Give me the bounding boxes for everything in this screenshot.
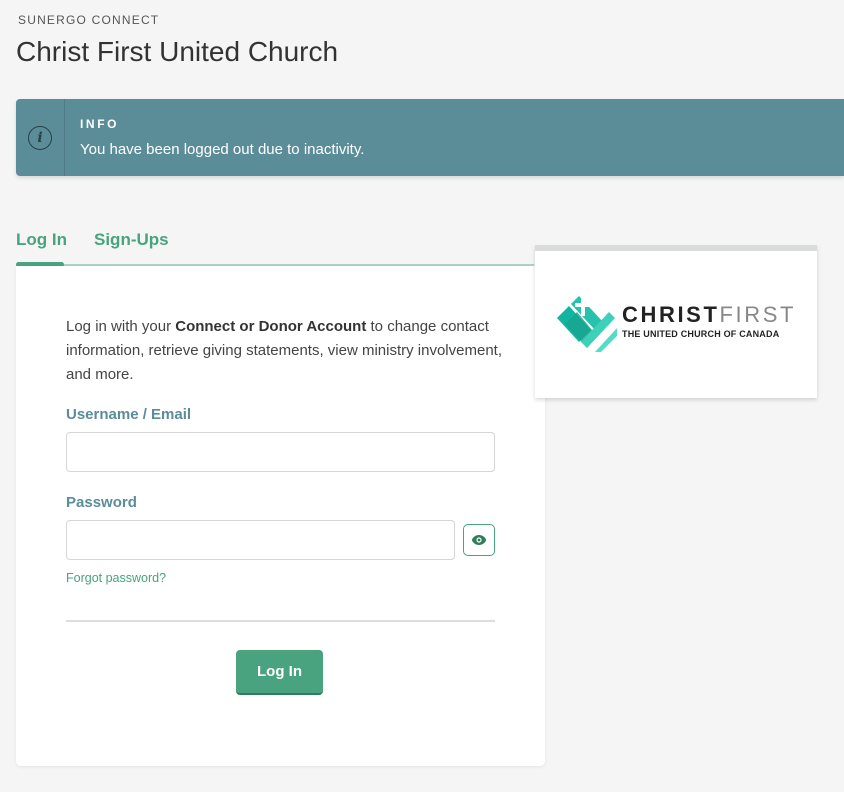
alert-body: INFO You have been logged out due to ina… [65, 99, 364, 176]
form-divider [66, 620, 495, 622]
tab-bar: Log In Sign-Ups [16, 226, 534, 267]
info-alert: i INFO You have been logged out due to i… [16, 99, 844, 176]
logo-wordmark: CHRISTFIRST [622, 304, 796, 326]
password-input[interactable] [66, 520, 455, 560]
brand-label: SUNERGO CONNECT [18, 13, 160, 27]
username-input[interactable] [66, 432, 495, 472]
logo-subtitle: THE UNITED CHURCH OF CANADA [622, 329, 780, 339]
tab-sign-ups[interactable]: Sign-Ups [94, 230, 169, 250]
church-logo-icon [557, 296, 617, 352]
logo-word-christ: CHRIST [622, 302, 720, 327]
login-intro: Log in with your Connect or Donor Accoun… [66, 315, 506, 387]
username-label: Username / Email [66, 406, 192, 423]
log-in-button[interactable]: Log In [236, 650, 323, 695]
eye-icon [471, 535, 487, 545]
logo-word-first: FIRST [719, 302, 797, 327]
forgot-password-link[interactable]: Forgot password? [66, 571, 166, 585]
password-label: Password [66, 494, 137, 511]
alert-icon-column: i [16, 99, 65, 176]
intro-text-start: Log in with your [66, 318, 176, 335]
page-title: Christ First United Church [16, 36, 339, 67]
info-icon: i [28, 125, 52, 150]
tab-log-in[interactable]: Log In [16, 230, 67, 250]
alert-title: INFO [80, 117, 120, 131]
alert-message: You have been logged out due to inactivi… [80, 141, 365, 158]
show-password-button[interactable] [463, 524, 495, 556]
intro-text-bold: Connect or Donor Account [175, 318, 367, 335]
church-logo-card: CHRISTFIRST THE UNITED CHURCH OF CANADA [535, 245, 817, 398]
login-card: Log in with your Connect or Donor Accoun… [16, 266, 545, 766]
